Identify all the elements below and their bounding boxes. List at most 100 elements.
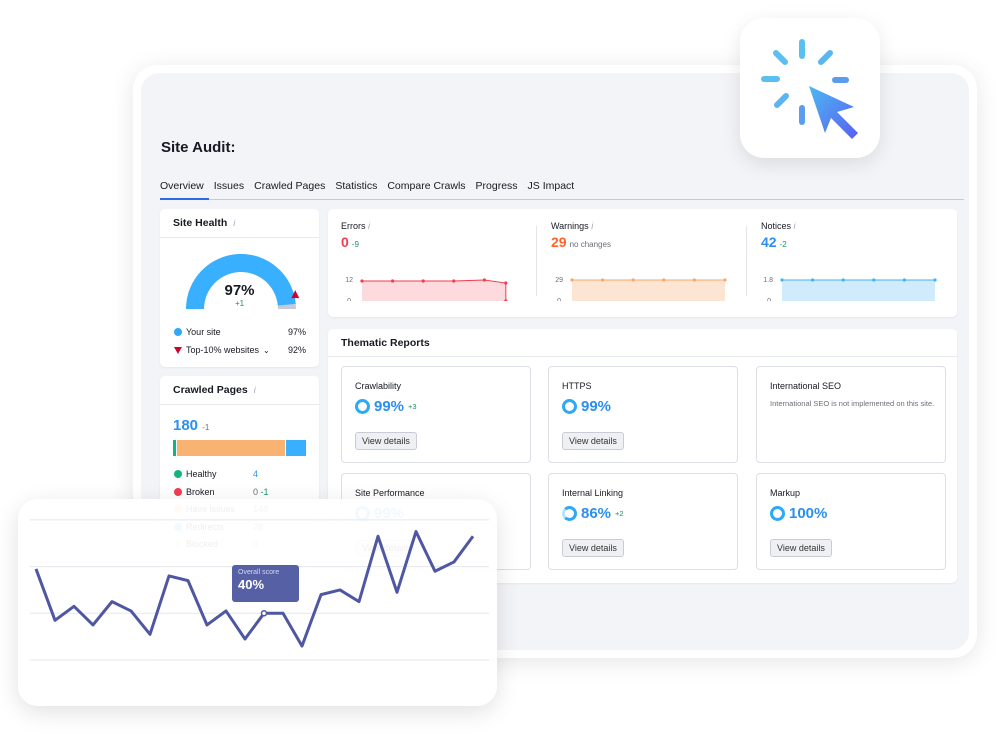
site-health-value: 97%: [224, 282, 255, 299]
report-value: 86%: [581, 505, 612, 522]
row-value: 4: [253, 469, 259, 479]
y-max-label: 1.8: [763, 277, 773, 284]
chart-tooltip: Overall score 40%: [232, 565, 299, 602]
report-name: International SEO: [770, 381, 842, 391]
report-value: 99%: [374, 398, 405, 415]
tooltip-value: 40%: [238, 577, 265, 592]
metric-label: Notices: [761, 221, 792, 231]
tab-bar: Overview Issues Crawled Pages Statistics…: [160, 179, 964, 200]
tab-js-impact[interactable]: JS Impact: [528, 179, 580, 200]
info-icon[interactable]: i: [794, 221, 796, 231]
info-icon[interactable]: i: [591, 221, 593, 231]
metric-sparkline: 1.80: [763, 277, 937, 301]
bar-segment-have-issues[interactable]: [176, 440, 285, 456]
y-min-label: 0: [347, 298, 351, 301]
bar-segment-healthy[interactable]: [173, 440, 176, 456]
click-cursor-tile: [740, 18, 880, 158]
metric-errors[interactable]: Errors i 0-9120: [341, 221, 541, 301]
sparkline-point: [452, 279, 456, 283]
report-card-internal-linking: Internal Linking 86% +2 View details: [548, 473, 738, 570]
legend-top10[interactable]: Top-10% websites ⌄ 92%: [174, 345, 306, 355]
bar-segment-redirects[interactable]: [285, 440, 306, 456]
tab-issues[interactable]: Issues: [214, 179, 249, 200]
report-score[interactable]: 99% +3: [355, 398, 417, 415]
sparkline-point: [933, 278, 937, 282]
metric-delta: no changes: [569, 240, 611, 249]
report-name: Site Performance: [355, 488, 425, 498]
legend-label: Top-10% websites: [186, 345, 260, 355]
site-health-card: Site Health i 97% +1 Your site 97% Top-10…: [160, 209, 319, 367]
sparkline-point: [570, 278, 574, 282]
tooltip-label: Overall score: [238, 569, 280, 576]
issues-summary-card: Errors i 0-9120Warnings i 29no changes29…: [328, 209, 957, 317]
view-details-button[interactable]: View details: [355, 432, 417, 450]
report-card-markup: Markup 100% View details: [756, 473, 946, 570]
sparkline-point: [902, 278, 906, 282]
report-card-https: HTTPS 99% View details: [548, 366, 738, 463]
chevron-down-icon[interactable]: ⌄: [263, 346, 270, 355]
report-delta: +3: [408, 402, 417, 411]
site-health-title: Site Health: [173, 217, 228, 229]
sparkline-point: [631, 278, 635, 282]
report-description: International SEO is not implemented on …: [770, 399, 935, 408]
legend-label: Your site: [186, 327, 221, 337]
report-value: 100%: [789, 505, 828, 522]
metric-sparkline: 29 0: [555, 277, 727, 301]
metric-value[interactable]: 29: [551, 234, 567, 250]
tab-overview[interactable]: Overview: [160, 179, 209, 200]
triangle-down-icon: [174, 346, 182, 354]
sparkline-point: [811, 278, 815, 282]
click-cursor-icon: [761, 39, 858, 139]
metric-sparkline: 12 0: [345, 277, 508, 301]
sparkline-point: [662, 278, 666, 282]
metric-notices[interactable]: Notices i 42-2 1.80: [761, 221, 961, 301]
crawled-row-healthy[interactable]: Healthy 4: [174, 469, 274, 479]
sparkline-point: [723, 278, 727, 282]
metric-delta: -9: [351, 240, 359, 249]
metric-value[interactable]: 0: [341, 234, 349, 250]
report-name: Internal Linking: [562, 488, 624, 498]
row-label: Healthy: [186, 469, 217, 479]
tab-progress[interactable]: Progress: [476, 179, 523, 200]
report-score[interactable]: 99%: [562, 398, 615, 415]
legend-value: 97%: [287, 327, 306, 337]
crawled-total-value: 180: [173, 417, 199, 434]
report-score[interactable]: 100%: [770, 505, 831, 522]
tab-statistics[interactable]: Statistics: [335, 179, 382, 200]
score-ring-icon: [770, 506, 785, 521]
crawled-total[interactable]: 180 -1: [173, 417, 209, 434]
y-max-label: 12: [345, 277, 353, 284]
view-details-button[interactable]: View details: [562, 432, 624, 450]
info-icon[interactable]: i: [368, 221, 370, 231]
metric-delta: -2: [779, 240, 787, 249]
view-details-button[interactable]: View details: [770, 539, 832, 557]
sparkline-point: [360, 279, 364, 283]
row-label: Broken: [186, 486, 215, 497]
metric-warnings[interactable]: Warnings i 29no changes290: [551, 221, 751, 301]
your-site-dot-icon: [174, 328, 182, 336]
status-dot-icon: [174, 470, 182, 478]
thematic-reports-title: Thematic Reports: [341, 337, 430, 349]
sparkline-point: [780, 278, 784, 282]
sparkline-area: [362, 280, 506, 301]
sparkline-area: [782, 280, 935, 301]
report-delta: +2: [615, 509, 624, 518]
score-ring-icon: [355, 399, 370, 414]
view-details-button[interactable]: View details: [562, 539, 624, 557]
report-score[interactable]: 86% +2: [562, 505, 624, 522]
status-dot-icon: [174, 487, 182, 496]
legend-your-site: Your site 97%: [174, 327, 306, 337]
site-health-delta: +1: [234, 299, 245, 308]
metric-value[interactable]: 42: [761, 234, 777, 250]
crawled-pages-title: Crawled Pages: [173, 384, 248, 396]
overall-score-chart-card: [18, 499, 497, 706]
crawled-row-broken[interactable]: Broken 0 -1: [174, 487, 274, 497]
tab-compare-crawls[interactable]: Compare Crawls: [387, 179, 470, 200]
report-name: HTTPS: [562, 381, 592, 391]
crawled-pages-bar: [173, 440, 306, 456]
sparkline-point: [692, 278, 696, 282]
info-icon[interactable]: i: [233, 218, 235, 228]
tab-crawled-pages[interactable]: Crawled Pages: [254, 179, 330, 200]
info-icon[interactable]: i: [254, 385, 256, 395]
report-card-crawlability: Crawlability 99% +3 View details: [341, 366, 531, 463]
